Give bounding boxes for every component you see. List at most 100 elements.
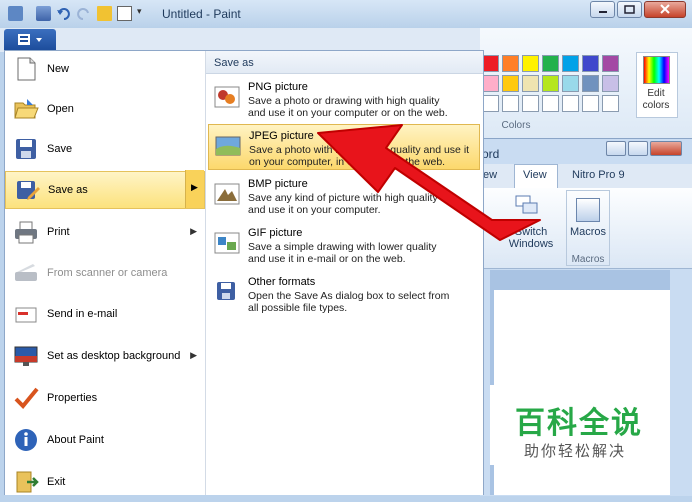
minimize-button[interactable] [590,1,615,18]
paint-app-icon[interactable] [8,6,23,21]
word-tab-review[interactable]: ew [483,169,497,181]
save-disk-icon [13,136,39,162]
watermark-subtitle: 助你轻松解决 [524,442,627,460]
option-title: PNG picture [248,81,308,93]
color-swatch[interactable] [602,95,619,112]
email-icon [13,301,39,327]
redo-icon[interactable] [76,6,91,21]
color-swatch[interactable] [542,75,559,92]
save-as-png[interactable]: PNG picture Save a photo or drawing with… [208,76,480,122]
color-swatch[interactable] [602,75,619,92]
new-icon [13,56,39,82]
menu-item-label: Save [47,143,73,155]
menu-item-save-as[interactable]: Save as [5,171,205,209]
edit-colors-label: Edit colors [642,88,670,111]
save-icon[interactable] [36,6,51,21]
window-title: Untitled - Paint [162,7,241,21]
color-spectrum-icon [643,56,670,84]
save-as-bmp[interactable]: BMP picture Save any kind of picture wit… [208,173,480,219]
menu-item-label: Open [47,103,74,115]
menu-item-label: New [47,63,70,75]
jpeg-picture-icon [215,133,241,159]
menu-item-label: Save as [48,184,88,196]
color-swatch[interactable] [582,95,599,112]
chevron-right-icon: ▶ [191,182,198,192]
menu-item-new[interactable]: New [5,51,205,89]
customize-toolbar-chevron-icon[interactable]: ▾ [137,6,152,21]
menu-item-desktop-background[interactable]: Set as desktop background ▶ [5,338,205,376]
menu-item-label: Properties [47,392,98,404]
color-swatch[interactable] [542,55,559,72]
menu-item-label: From scanner or camera [47,267,168,279]
menu-item-about[interactable]: About Paint [5,422,205,460]
png-picture-icon [214,84,240,110]
color-swatch[interactable] [522,75,539,92]
color-swatch[interactable] [562,95,579,112]
menu-item-print[interactable]: Print ▶ [5,214,205,252]
exit-icon [13,469,39,495]
watermark-title: 百科全说 [515,406,643,441]
color-swatch[interactable] [502,55,519,72]
color-swatch[interactable] [582,75,599,92]
menu-item-label: About Paint [47,434,104,446]
undo-icon[interactable] [56,6,71,21]
menu-item-label: Send in e-mail [47,308,118,320]
chevron-right-icon: ▶ [190,226,197,236]
checkmark-icon [13,385,39,411]
title-bar: ▾ Untitled - Paint [0,0,692,29]
color-swatch[interactable] [502,95,519,112]
menu-item-label: Exit [47,476,66,488]
bmp-picture-icon [214,181,240,207]
color-swatch[interactable] [502,75,519,92]
switch-windows-button[interactable]: Switch Windows [500,226,562,250]
save-as-submenu-arrow[interactable]: ▶ [185,170,204,208]
menu-item-properties[interactable]: Properties [5,380,205,418]
menu-item-save[interactable]: Save [5,131,205,169]
desktop-background-icon [13,343,39,369]
color-swatch[interactable] [482,55,499,72]
save-as-jpeg[interactable]: JPEG picture Save a photo with reasonabl… [208,124,480,170]
macros-icon [576,198,600,222]
word-close-button[interactable] [650,141,682,156]
qa-properties-icon[interactable] [97,6,112,21]
menu-item-open[interactable]: Open [5,91,205,129]
gif-picture-icon [214,230,240,256]
color-swatch[interactable] [562,55,579,72]
save-as-other-formats[interactable]: Other formats Open the Save As dialog bo… [208,271,480,317]
colors-group-label: Colors [501,120,531,131]
color-swatch[interactable] [542,95,559,112]
info-icon [13,427,39,453]
close-button[interactable] [644,1,686,18]
color-swatch[interactable] [582,55,599,72]
menu-item-exit[interactable]: Exit [5,464,205,502]
chevron-right-icon: ▶ [190,350,197,360]
color-swatch[interactable] [482,95,499,112]
new-document-icon[interactable] [117,6,132,21]
option-title: GIF picture [248,227,303,239]
word-tab-nitro[interactable]: Nitro Pro 9 [572,169,625,181]
save-as-gif[interactable]: GIF picture Save a simple drawing with l… [208,222,480,268]
word-maximize-button[interactable] [628,141,648,156]
printer-icon [13,219,39,245]
color-swatch[interactable] [522,95,539,112]
option-title: JPEG picture [249,130,314,142]
macros-button[interactable]: Macros [566,226,610,238]
color-swatch[interactable] [482,75,499,92]
option-description: Save a photo with reasonable quality and… [249,144,470,168]
open-folder-icon [13,96,39,122]
other-formats-icon [214,279,240,305]
menu-item-send-email[interactable]: Send in e-mail [5,296,205,334]
color-swatch[interactable] [562,75,579,92]
switch-windows-icon [514,194,540,216]
color-swatch[interactable] [522,55,539,72]
option-description: Save a simple drawing with lower quality… [248,241,437,265]
word-minimize-button[interactable] [606,141,626,156]
macros-group-label: Macros [571,254,605,265]
option-description: Save a photo or drawing with high qualit… [248,95,448,119]
color-swatch[interactable] [602,55,619,72]
menu-item-label: Print [47,226,70,238]
menu-item-label: Set as desktop background [47,350,181,362]
paint-menu-button[interactable] [4,29,56,50]
maximize-button[interactable] [617,1,642,18]
word-tab-view[interactable]: View [523,169,547,181]
